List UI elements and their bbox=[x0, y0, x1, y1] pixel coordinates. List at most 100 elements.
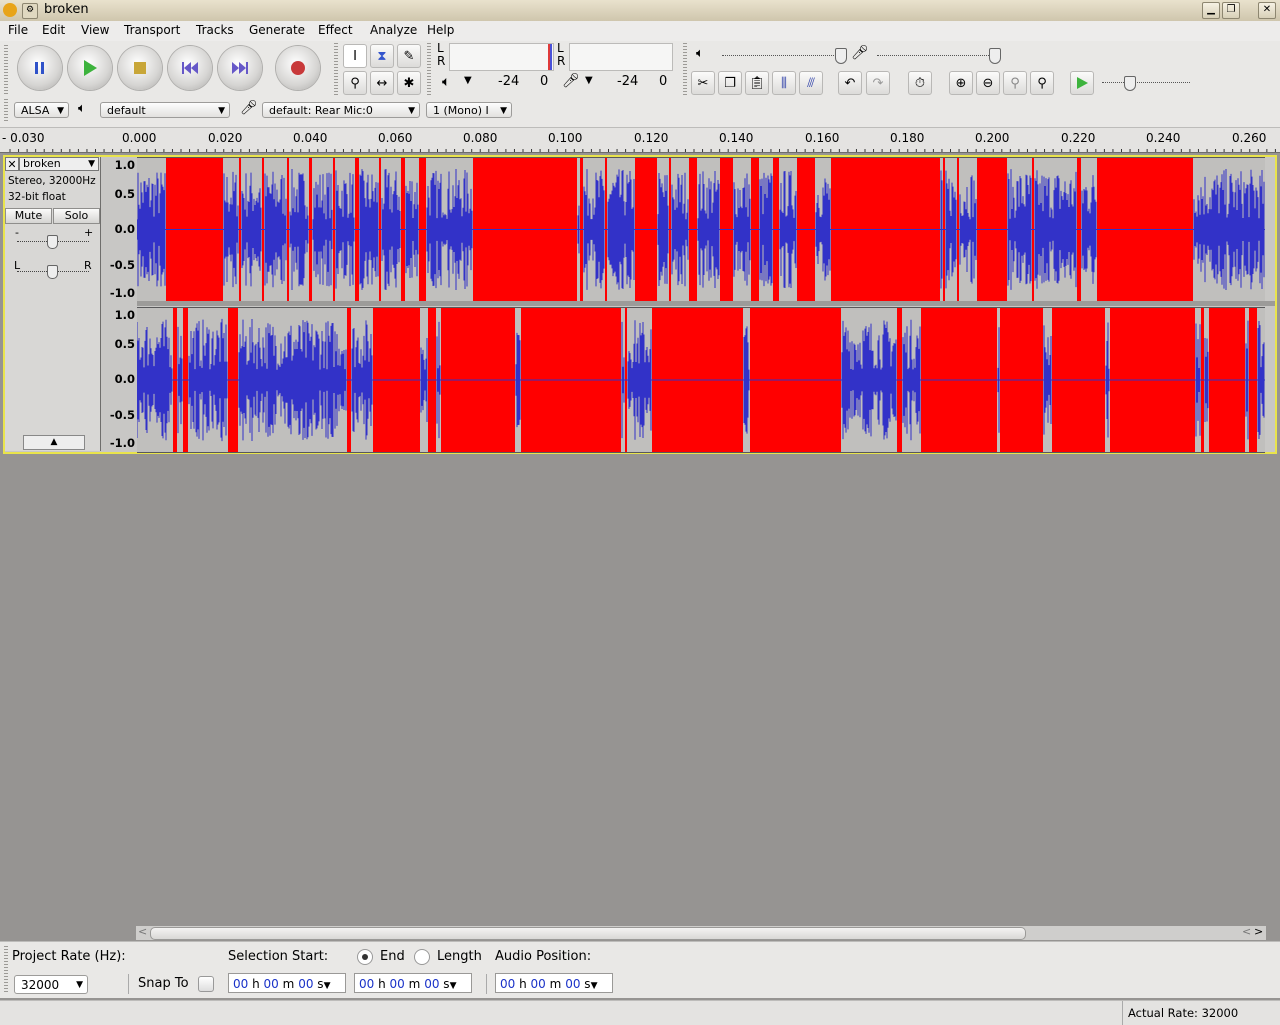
track-name-menu[interactable]: broken ▼ bbox=[19, 157, 99, 171]
menu-help[interactable]: Help bbox=[427, 23, 454, 37]
toolbar-grip[interactable] bbox=[4, 45, 8, 95]
selection-start-time[interactable]: 00 h 00 m 00 s▼ bbox=[228, 973, 346, 993]
envelope-tool-button[interactable]: ⧗ bbox=[370, 44, 394, 68]
host-value: ALSA bbox=[21, 104, 50, 117]
zoom-out-button[interactable]: ⊖ bbox=[976, 71, 1000, 95]
playback-meter[interactable] bbox=[449, 43, 554, 71]
skip-end-button[interactable] bbox=[218, 46, 262, 90]
snap-to-checkbox[interactable] bbox=[198, 976, 214, 992]
menu-edit[interactable]: Edit bbox=[42, 23, 65, 37]
toolbar-grip[interactable] bbox=[4, 946, 8, 994]
input-volume-slider[interactable] bbox=[877, 55, 1001, 57]
solo-button[interactable]: Solo bbox=[53, 208, 100, 224]
scroll-left-icon[interactable]: < bbox=[1242, 925, 1251, 938]
redo-button[interactable]: ↷ bbox=[866, 71, 890, 95]
menu-view[interactable]: View bbox=[81, 23, 109, 37]
menu-tracks[interactable]: Tracks bbox=[196, 23, 234, 37]
multi-tool-button[interactable]: ✱ bbox=[397, 71, 421, 95]
fit-project-icon: ⚲ bbox=[1037, 75, 1047, 91]
project-rate-select[interactable]: 32000 ▼ bbox=[14, 975, 88, 994]
length-radio[interactable] bbox=[414, 949, 430, 965]
chevron-down-icon: ▼ bbox=[323, 981, 331, 991]
chevron-down-icon: ▼ bbox=[500, 106, 507, 116]
minutes: 00 bbox=[263, 977, 279, 991]
multi-tool-icon: ✱ bbox=[403, 75, 415, 91]
mute-button[interactable]: Mute bbox=[5, 208, 52, 224]
triangle-up-icon: ▲ bbox=[50, 437, 58, 447]
sync-lock-button[interactable]: ⏱︎ bbox=[908, 71, 932, 95]
audio-position-label: Audio Position: bbox=[495, 949, 592, 964]
slider-thumb[interactable] bbox=[47, 235, 58, 249]
gain-minus-label: - bbox=[15, 226, 19, 239]
scroll-left-icon[interactable]: < bbox=[138, 925, 147, 938]
draw-tool-button[interactable]: ✎ bbox=[397, 44, 421, 68]
project-rate-label: Project Rate (Hz): bbox=[12, 949, 126, 964]
horizontal-scrollbar[interactable]: < < > bbox=[136, 925, 1266, 940]
channels-select[interactable]: 1 (Mono) I ▼ bbox=[426, 102, 512, 118]
minimize-icon[interactable]: ▁ bbox=[1202, 2, 1220, 19]
timeline-ruler[interactable]: - 0.030 0.000 0.020 0.040 0.060 0.080 0.… bbox=[0, 128, 1280, 153]
window-menu-icon[interactable]: ⚙ bbox=[22, 3, 38, 19]
slider-thumb[interactable] bbox=[989, 48, 1001, 64]
chevron-down-icon[interactable]: ▼ bbox=[464, 75, 472, 86]
host-select[interactable]: ALSA ▼ bbox=[14, 102, 69, 118]
toolbar-grip[interactable] bbox=[683, 43, 687, 95]
scale-label: 1.0 bbox=[114, 308, 135, 322]
menu-effect[interactable]: Effect bbox=[318, 23, 353, 37]
m-unit: m bbox=[549, 977, 562, 991]
record-button[interactable] bbox=[276, 46, 320, 90]
ruler-tick: 0.260 bbox=[1232, 131, 1267, 145]
menu-file[interactable]: File bbox=[8, 23, 28, 37]
zoom-in-button[interactable]: ⊕ bbox=[949, 71, 973, 95]
end-radio[interactable] bbox=[357, 949, 373, 965]
toolbar-grip[interactable] bbox=[334, 43, 338, 95]
waveform-channel-1[interactable] bbox=[137, 157, 1265, 302]
play-at-speed-button[interactable] bbox=[1070, 71, 1094, 95]
cut-button[interactable]: ✂ bbox=[691, 71, 715, 95]
collapse-track-button[interactable]: ▲ bbox=[23, 435, 85, 450]
audio-position-time[interactable]: 00 h 00 m 00 s▼ bbox=[495, 973, 613, 993]
stop-button[interactable] bbox=[118, 46, 162, 90]
selection-tool-button[interactable]: I bbox=[343, 44, 367, 68]
toolbar-grip[interactable] bbox=[427, 43, 431, 95]
selection-end-time[interactable]: 00 h 00 m 00 s▼ bbox=[354, 973, 472, 993]
output-volume-slider[interactable] bbox=[722, 55, 846, 57]
scroll-right-icon[interactable]: > bbox=[1254, 925, 1263, 938]
menu-generate[interactable]: Generate bbox=[249, 23, 305, 37]
ruler-tick: 0.080 bbox=[463, 131, 498, 145]
speaker-icon[interactable]: 🔈︎ bbox=[442, 74, 450, 90]
menu-transport[interactable]: Transport bbox=[124, 23, 180, 37]
copy-button[interactable]: ❐ bbox=[718, 71, 742, 95]
silence-button[interactable]: ⫻ bbox=[799, 71, 823, 95]
scale-label: 0.5 bbox=[114, 187, 135, 201]
microphone-icon[interactable]: 🎤︎ bbox=[562, 73, 580, 89]
chevron-down-icon[interactable]: ▼ bbox=[585, 75, 593, 86]
slider-thumb[interactable] bbox=[1124, 76, 1136, 91]
record-meter[interactable] bbox=[569, 43, 673, 71]
toolbar-grip[interactable] bbox=[4, 99, 8, 123]
undo-button[interactable]: ↶ bbox=[838, 71, 862, 95]
slider-thumb[interactable] bbox=[835, 48, 847, 64]
slider-thumb[interactable] bbox=[47, 265, 58, 279]
play-button[interactable] bbox=[68, 46, 112, 90]
close-track-button[interactable]: ✕ bbox=[5, 157, 19, 171]
play-meter-zero: 0 bbox=[540, 74, 549, 89]
zoom-tool-button[interactable]: ⚲ bbox=[343, 71, 367, 95]
timeshift-tool-button[interactable]: ↔ bbox=[370, 71, 394, 95]
play-speed-slider[interactable] bbox=[1102, 82, 1190, 84]
m-unit: m bbox=[282, 977, 295, 991]
menu-analyze[interactable]: Analyze bbox=[370, 23, 417, 37]
input-device-select[interactable]: default: Rear Mic:0 ▼ bbox=[262, 102, 420, 118]
waveform-channel-2[interactable] bbox=[137, 307, 1265, 453]
restore-icon[interactable]: ❐ bbox=[1222, 2, 1240, 19]
close-icon[interactable]: ✕ bbox=[1258, 2, 1276, 19]
pause-button[interactable] bbox=[18, 46, 62, 90]
scrollbar-thumb[interactable] bbox=[150, 927, 1026, 940]
paste-button[interactable]: 📋︎ bbox=[745, 71, 769, 95]
ruler-tick: 0.180 bbox=[890, 131, 925, 145]
output-device-select[interactable]: default ▼ bbox=[100, 102, 230, 118]
fit-selection-button[interactable]: ⚲ bbox=[1003, 71, 1027, 95]
trim-button[interactable]: ⫼ bbox=[772, 71, 796, 95]
fit-project-button[interactable]: ⚲ bbox=[1030, 71, 1054, 95]
skip-start-button[interactable] bbox=[168, 46, 212, 90]
